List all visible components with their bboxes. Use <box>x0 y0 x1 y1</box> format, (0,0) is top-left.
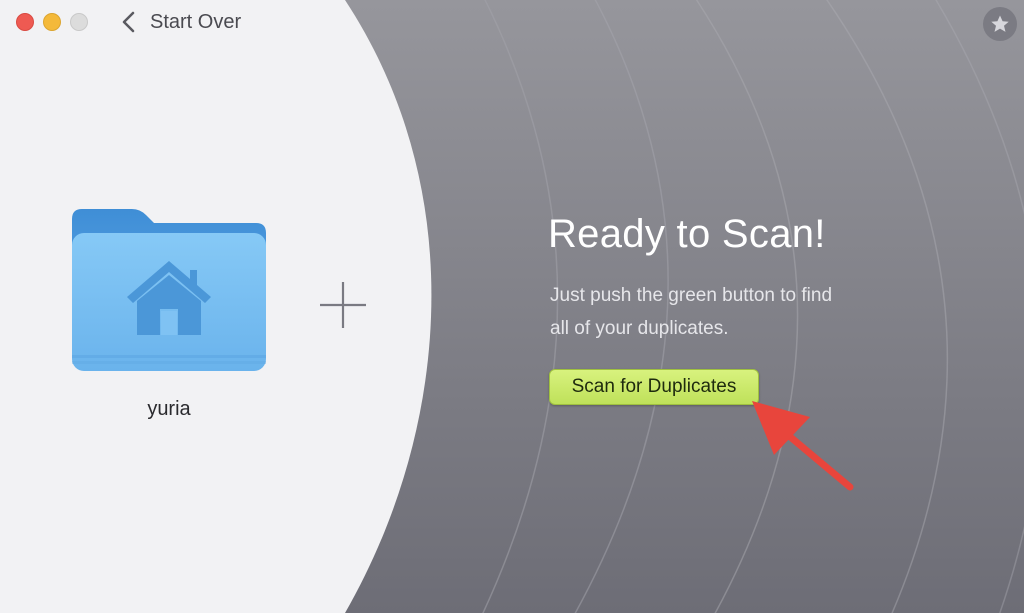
star-icon <box>991 15 1009 32</box>
instruction-line-1: Just push the green button to find <box>550 285 833 306</box>
minimize-icon[interactable] <box>43 13 61 31</box>
zoom-icon[interactable] <box>70 13 88 31</box>
app-window: Start Over yuria Ready to Scan! Just pus… <box>0 0 1024 613</box>
plus-icon[interactable] <box>318 280 368 330</box>
scan-for-duplicates-button[interactable]: Scan for Duplicates <box>549 369 759 405</box>
chevron-left-icon <box>122 11 135 33</box>
arrow-annotation-icon <box>752 401 854 491</box>
home-folder-icon[interactable] <box>70 205 268 375</box>
window-controls <box>16 13 88 31</box>
start-over-button[interactable]: Start Over <box>120 10 241 34</box>
folder-name-label: yuria <box>147 398 191 420</box>
instruction-line-2: all of your duplicates. <box>550 318 729 339</box>
instruction-text: Just push the green button to find all o… <box>550 279 910 345</box>
ready-heading: Ready to Scan! <box>548 212 826 256</box>
star-button[interactable] <box>983 7 1017 41</box>
start-over-label: Start Over <box>150 10 242 33</box>
close-icon[interactable] <box>16 13 34 31</box>
